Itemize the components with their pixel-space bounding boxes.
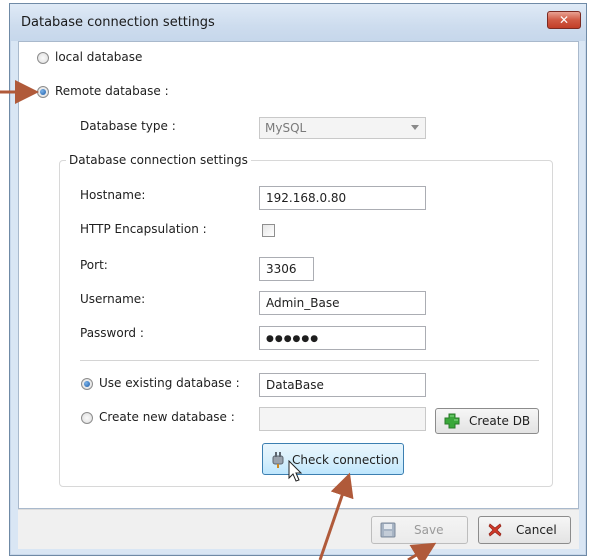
annotation-arrows	[0, 80, 437, 560]
arrow-check-connection	[318, 472, 354, 560]
arrow-save	[407, 542, 437, 560]
